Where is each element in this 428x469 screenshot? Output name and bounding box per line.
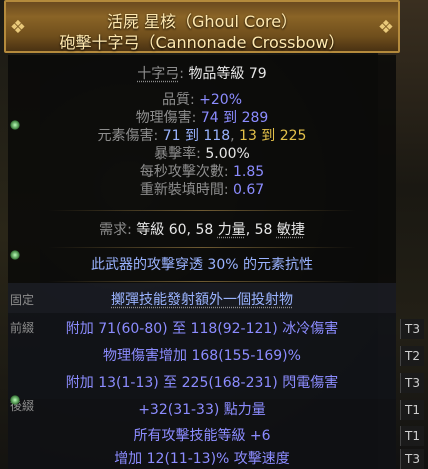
requirements-line: 需求: 等級 60, 58 力量, 58 敏捷 (99, 222, 305, 238)
quality-line: 品質: +20% (8, 91, 396, 109)
quality-value: +20% (199, 92, 243, 108)
physical-damage-label: 物理傷害: (135, 110, 197, 126)
required-str: 58 (195, 222, 214, 238)
quality-label: 品質: (161, 92, 195, 108)
mod-tier: T3 (400, 449, 424, 469)
item-tooltip: ❖ ❖ 活屍 星核（Ghoul Core） 砲擊十字弓（Cannonade Cr… (4, 0, 424, 469)
reload-time-label: 重新裝填時間: (139, 182, 229, 198)
mod-line: 擲彈技能發射額外一個投射物 (111, 292, 293, 308)
mod-line: 所有攻擊技能等級 +6 (133, 428, 271, 444)
required-dex: 58 (254, 222, 273, 238)
crit-chance-value: 5.00% (205, 146, 250, 162)
socket-glow-icon (10, 250, 20, 260)
mod-tier: T1 (400, 426, 424, 446)
item-level-value: 79 (248, 66, 267, 82)
crit-chance-line: 暴擊率: 5.00% (8, 145, 396, 163)
item-class: 十字弓 (137, 66, 180, 82)
socket-glow-icon (10, 395, 20, 405)
mod-line: +32(31-33) 點力量 (138, 402, 266, 418)
attack-speed-value: 1.85 (233, 164, 265, 180)
item-header: ❖ ❖ 活屍 星核（Ghoul Core） 砲擊十字弓（Cannonade Cr… (4, 0, 400, 53)
mod-line: 附加 71(60-80) 至 118(92-121) 冰冷傷害 (65, 321, 339, 337)
item-level-label: 物品等級 (188, 66, 245, 82)
mod-line: 增加 12(11-13)% 攻擊速度 (114, 451, 290, 467)
reload-time-line: 重新裝填時間: 0.67 (8, 181, 396, 199)
mod-tier: T1 (400, 400, 424, 420)
implicit-mod: 此武器的攻擊穿透 30% 的元素抗性 (90, 257, 314, 273)
mod-line: 物理傷害增加 168(155-169)% (103, 348, 301, 364)
mod-tier: T2 (400, 346, 424, 366)
attack-speed-line: 每秒攻擊次數: 1.85 (8, 163, 396, 181)
required-level: 60 (168, 222, 187, 238)
physical-damage-value: 74 到 289 (200, 110, 269, 126)
elemental-damage-line: 元素傷害: 71 到 118, 13 到 225 (97, 128, 307, 144)
crit-chance-label: 暴擊率: (154, 146, 201, 162)
item-base-type: 砲擊十字弓（Cannonade Crossbow） (59, 33, 345, 52)
attack-speed-label: 每秒攻擊次數: (139, 164, 229, 180)
separator (48, 247, 356, 248)
elemental-damage-label: 元素傷害: (97, 128, 159, 144)
cold-damage-value: 71 到 118 (162, 128, 231, 144)
mod-tier: T3 (400, 373, 424, 393)
item-level-line: 十字弓: 物品等級 79 (137, 66, 267, 82)
requirements-label: 需求: (99, 222, 132, 238)
mod-tier: T3 (400, 319, 424, 339)
item-body: 十字弓: 物品等級 79 品質: +20% 物理傷害: 74 到 289 元素傷… (8, 55, 424, 469)
separator (48, 210, 356, 211)
mod-line: 附加 13(1-13) 至 225(168-231) 閃電傷害 (65, 375, 339, 391)
separator (48, 281, 356, 282)
physical-damage-line: 物理傷害: 74 到 289 (8, 109, 396, 127)
lightning-damage-value: 13 到 225 (239, 128, 307, 144)
reload-time-value: 0.67 (233, 182, 265, 198)
socket-glow-icon (10, 120, 20, 130)
